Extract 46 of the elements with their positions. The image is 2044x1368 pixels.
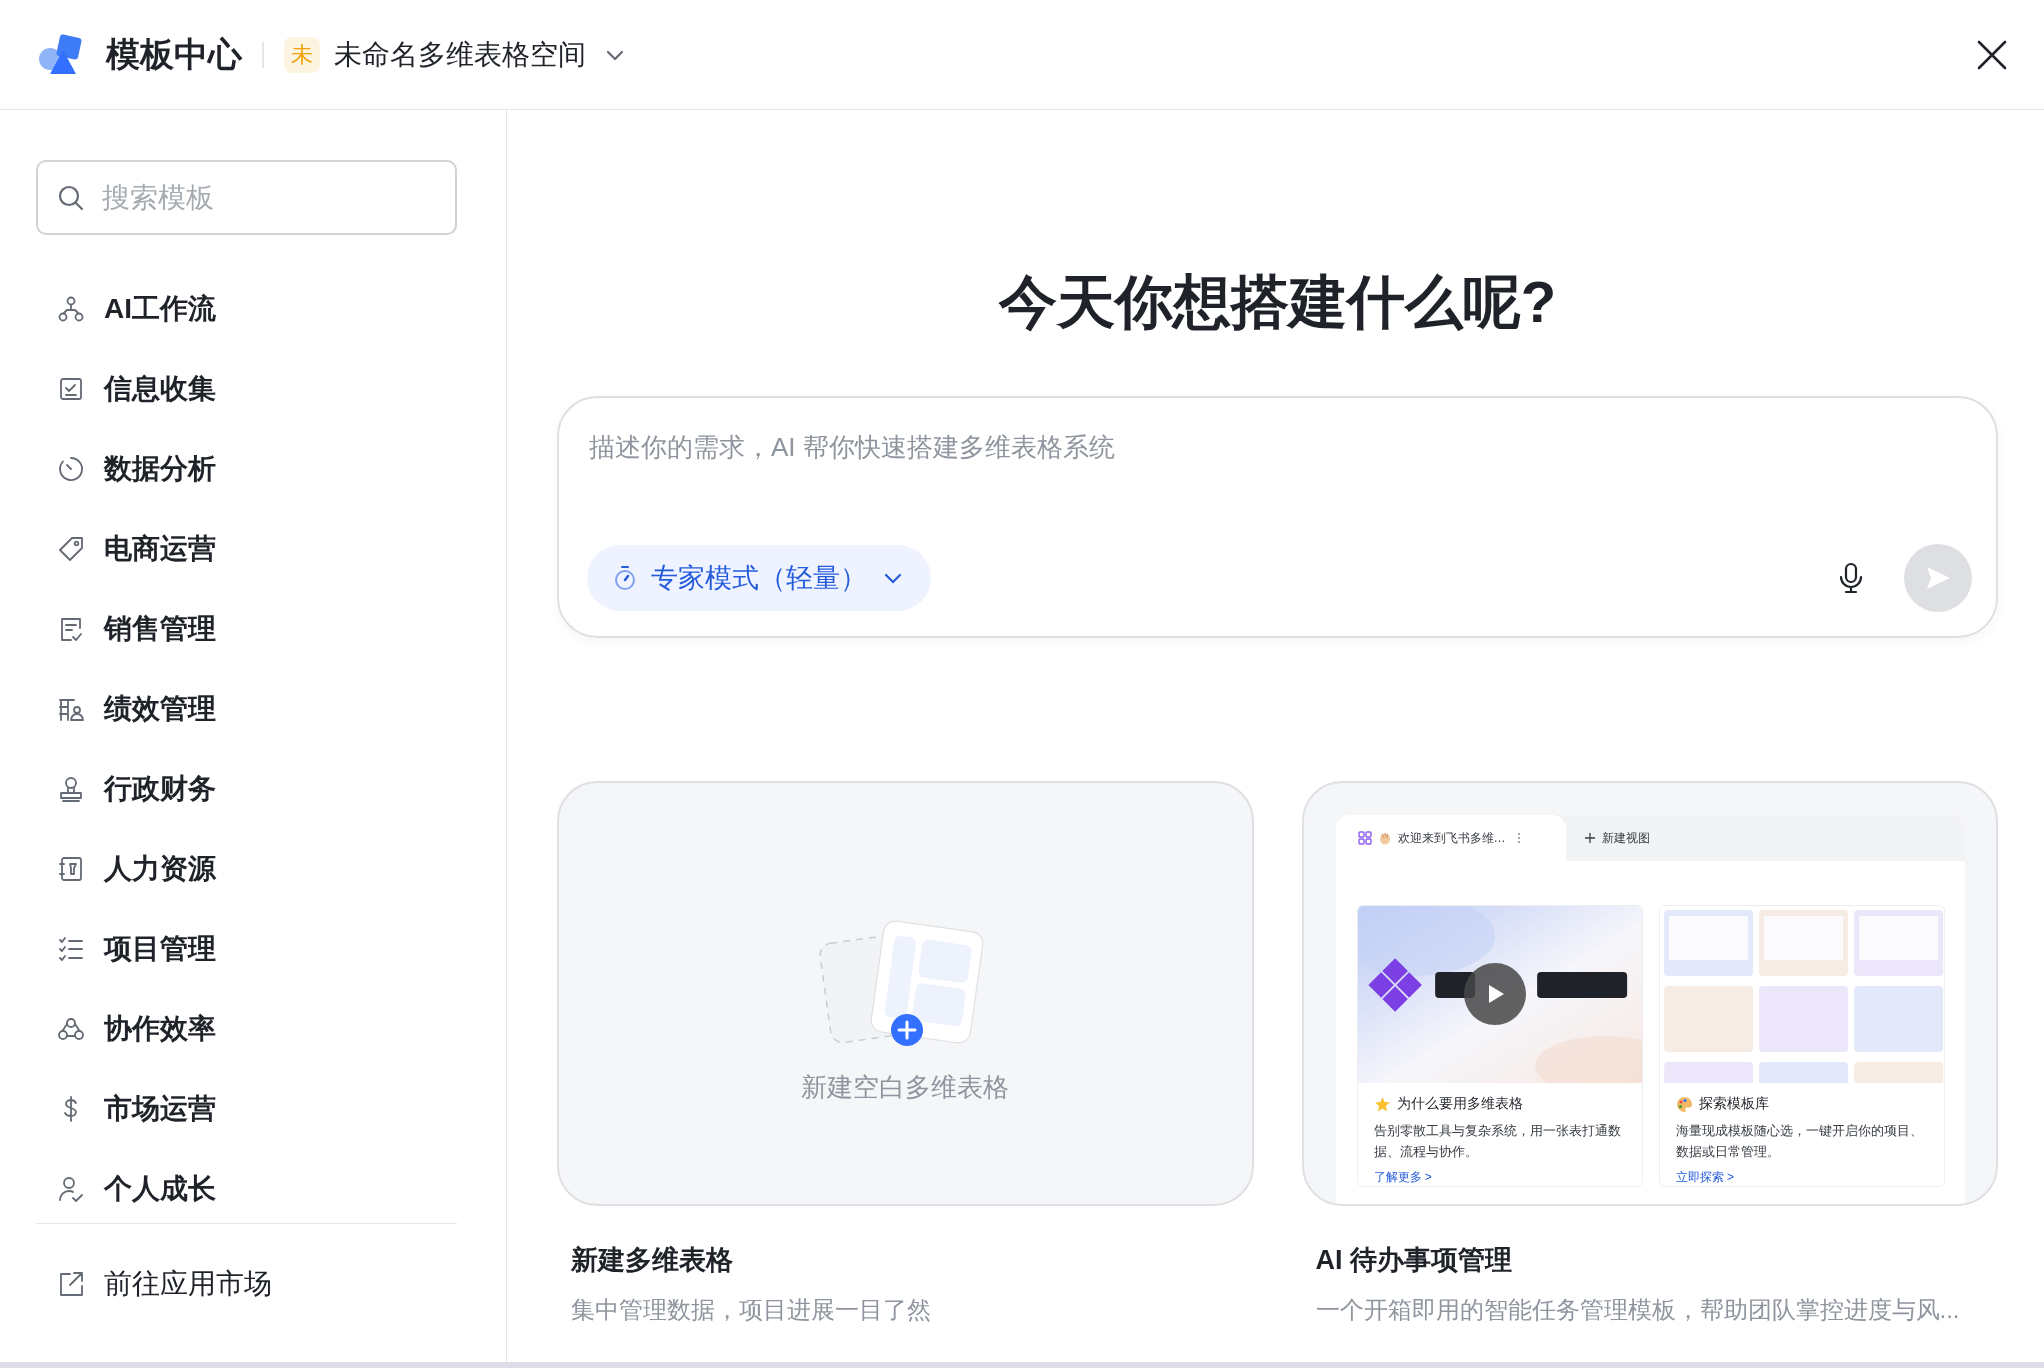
panel-link[interactable]: 了解更多 > [1373,1169,1432,1186]
prompt-box[interactable]: 描述你的需求，AI 帮你快速搭建多维表格系统 专家模式（轻量） [557,396,1998,638]
search-field[interactable]: 搜索模板 [36,160,457,235]
sidebar-item[interactable]: 信息收集 [36,369,457,409]
card-title: AI 待办事项管理 [1315,1244,1513,1277]
sidebar-item[interactable]: 市场运营 [36,1089,457,1129]
tag-icon [56,534,86,564]
star-icon [1373,1095,1391,1113]
sidebar-item[interactable]: 人力资源 [36,849,457,889]
sidebar-item[interactable]: 销售管理 [36,609,457,649]
sidebar-item[interactable]: 项目管理 [36,929,457,969]
search-input[interactable]: 搜索模板 [100,180,404,215]
timer-icon [56,454,86,484]
panel-title: 为什么要用多维表格 [1396,1095,1523,1113]
app-title: 模板中心 [106,33,242,75]
sidebar-item[interactable]: AI工作流 [36,289,457,329]
flow-icon [56,294,86,324]
sidebar-item[interactable]: 行政财务 [36,769,457,809]
panel-title: 探索模板库 [1698,1095,1769,1113]
create-caption: 新建空白多维表格 [801,1071,1010,1104]
workspace-avatar: 未 [284,36,320,73]
sidebar-item[interactable]: 绩效管理 [36,689,457,729]
panel-description: 告别零散工具与复杂系统，用一张表打通数据、流程与协作。 [1373,1123,1622,1161]
palette-icon [1675,1095,1693,1113]
app-market-link[interactable]: 前往应用市场 [36,1264,457,1304]
checklist-icon [56,934,86,964]
sidebar-item[interactable]: 个人成长 [36,1169,457,1209]
prompt-input[interactable]: 描述你的需求，AI 帮你快速搭建多维表格系统 [587,428,1972,512]
sidebar-item[interactable]: 协作效率 [36,1009,457,1049]
grid-icon [1357,831,1372,845]
page-heading: 今天你想搭建什么呢? [998,273,1557,331]
person-check-icon [56,1174,86,1204]
panel-description: 海量现成模板随心选，一键开启你的项目、数据或日常管理。 [1675,1123,1924,1161]
template-card[interactable]: 欢迎来到飞书多维… 新建视图 为什么要用多维表格 告别零散工具与复杂系统，用一张表打通数据、流程与协作。 了解更多 > 探索模板库 海量现成模板随心选，一键开启你的项目、数据或日常管理。 立即探索 > [1301,781,1998,1206]
new-view-button[interactable]: 新建视图 [1565,815,1650,861]
card-description: 集中管理数据，项目进展一目了然 [571,1295,932,1325]
sidebar-item[interactable]: 电商运营 [36,529,457,569]
plus-icon [1583,832,1596,844]
panel-link[interactable]: 立即探索 > [1675,1169,1735,1186]
sidebar-item[interactable]: 数据分析 [36,449,457,489]
view-tab[interactable]: 欢迎来到飞书多维… [1335,815,1566,861]
card-title: 新建多维表格 [571,1244,734,1277]
close-icon[interactable] [1976,38,2008,71]
workspace-name[interactable]: 未命名多维表格空间 [334,35,586,74]
mode-dropdown[interactable]: 专家模式（轻量） [587,545,931,611]
card-description: 一个开箱即用的智能任务管理模板，帮助团队掌控进度与风... [1315,1295,1961,1325]
